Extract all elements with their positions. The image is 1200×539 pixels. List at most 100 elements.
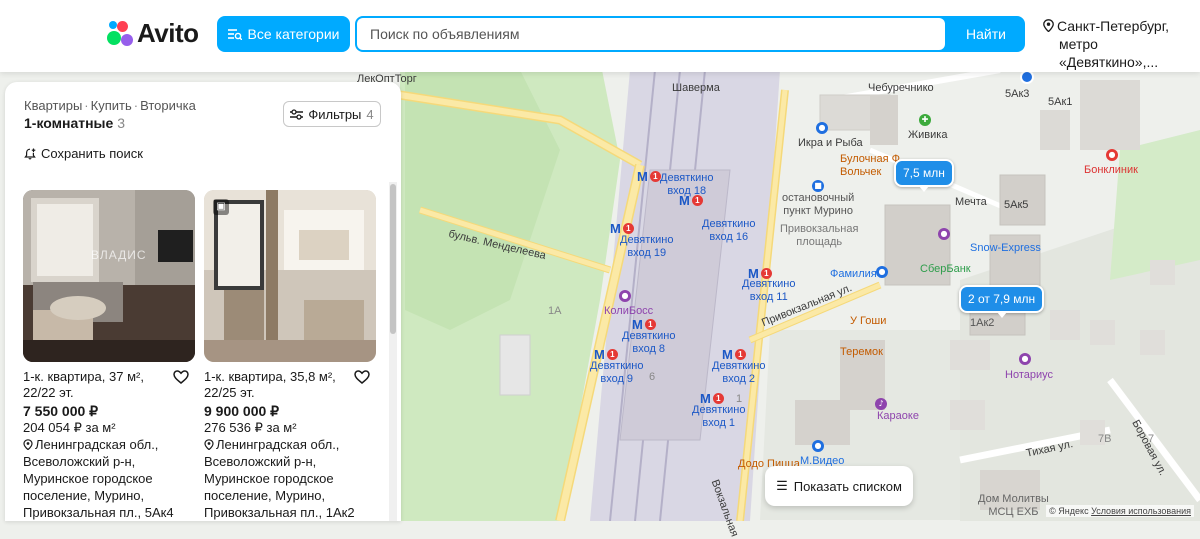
filters-button[interactable]: Фильтры 4 [283,101,381,127]
photo-watermark: ВЛАДИС [91,248,147,262]
search-bar: Найти [355,16,1025,52]
listing-address-text: Ленинградская обл., Всеволожский р-н, Му… [23,437,174,520]
map-poi-label[interactable]: Булочная Ф Вольчек [840,153,900,179]
map-poi-label[interactable]: Бонклиник [1084,164,1138,177]
breadcrumb-item[interactable]: Квартиры [24,98,82,113]
price-pin[interactable]: 7,5 млн [894,159,954,192]
notary-icon[interactable]: ● [1019,353,1031,365]
listing-price-per-m2: 204 054 ₽ за м² [23,420,116,435]
listing-title[interactable]: 1-к. квартира, 35,8 м², 22/25 эт. [204,369,349,401]
breadcrumb-separator: · [133,98,139,113]
search-input[interactable] [357,18,945,50]
bus-stop-icon[interactable]: ■ [812,180,824,192]
breadcrumb-separator: · [84,98,89,113]
metro-label[interactable]: Девяткино вход 16 [702,218,755,244]
map-place-label: остановочный пункт Мурино [782,192,855,217]
metro-entrance-icon[interactable]: М1 [637,170,661,183]
save-search-button[interactable]: Сохранить поиск [24,146,143,161]
metro-entrance-icon[interactable]: М1 [679,194,703,207]
show-list-label: Показать списком [793,478,902,494]
listing-price: 7 550 000 ₽ [23,403,99,419]
listing-card[interactable]: ▣ 1-к. квартира, 35,8 м², 22/25 эт. 9 90… [204,190,376,521]
map-poi-label[interactable]: Чебуречнико [868,82,934,95]
location-pin-icon [1043,19,1054,33]
bell-plus-icon [24,148,36,159]
categories-icon [227,29,242,40]
map-house-label: 5Ак5 [1004,199,1029,211]
listing-address-text: Ленинградская обл., Всеволожский р-н, Му… [204,437,355,520]
map-poi-label[interactable]: Фамилия [830,268,877,281]
favorite-heart-icon[interactable] [173,370,189,389]
listing-photo[interactable]: ▣ [204,190,376,362]
listing-price-per-m2: 276 536 ₽ за м² [204,420,297,435]
karaoke-icon[interactable]: ♪ [875,398,887,410]
avito-logo[interactable]: Avito [107,18,199,49]
location-pin-icon [204,439,214,451]
metro-label[interactable]: Девяткино вход 19 [620,234,673,260]
show-list-button[interactable]: ☰ Показать списком [765,466,913,506]
title-count: 3 [117,115,125,131]
map-poi-label[interactable]: СберБанк [920,263,971,276]
metro-label[interactable]: Девяткино вход 9 [590,360,643,386]
map-poi-label[interactable]: Караоке [877,410,919,423]
listing-title[interactable]: 1-к. квартира, 37 м², 22/22 эт. [23,369,168,401]
map-place-label: Мечта [955,196,987,208]
listing-photo[interactable]: ВЛАДИС [23,190,195,362]
terms-link[interactable]: Условия использования [1091,506,1191,516]
all-categories-label: Все категории [247,26,340,42]
map-poi-label[interactable]: Живика [908,129,947,142]
apartment-photo-image [23,190,195,362]
apartment-photo-image [204,190,376,362]
map-house-label: 7В [1098,433,1112,445]
breadcrumb-item[interactable]: Купить [91,98,132,113]
map-place-label: Привокзальная площадь [780,223,859,248]
copyright-text: © Яндекс [1049,506,1089,516]
map-poi-label[interactable]: Икра и Рыба [798,137,863,150]
map-poi-label[interactable]: КолиБосс [604,305,653,318]
electronics-icon[interactable]: ● [812,440,824,452]
search-button[interactable]: Найти [947,16,1025,52]
breadcrumb: Квартиры · Купить · Вторичка [24,98,196,113]
favorite-heart-icon[interactable] [354,370,370,389]
fish-shop-icon[interactable]: ● [816,122,828,134]
metro-label[interactable]: Девяткино вход 11 [742,278,795,304]
map-copyright: © Яндекс Условия использования [1046,505,1194,517]
map-house-label: 1Ак2 [970,317,995,329]
pharmacy-icon[interactable]: ✚ [919,114,931,126]
map-poi-label[interactable]: Snow-Express [970,242,1041,255]
logo-dots-icon [107,20,133,47]
listing-address: Ленинградская обл., Всеволожский р-н, Му… [23,436,195,521]
header: Avito Все категории Найти Санкт-Петербур… [0,0,1200,72]
location-line1: Санкт-Петербург, [1057,18,1169,34]
map-poi-label[interactable]: Нотариус [1005,369,1053,382]
location-selector[interactable]: Санкт-Петербург, метро «Девяткино»,... [1043,17,1200,71]
shop-icon[interactable]: ● [619,290,631,302]
location-line2: метро «Девяткино»,... [1059,36,1159,70]
list-icon: ☰ [776,478,788,493]
all-categories-button[interactable]: Все категории [217,16,350,52]
save-search-label: Сохранить поиск [41,146,143,161]
logo-text: Avito [137,18,199,48]
shop-icon[interactable]: ● [938,228,950,240]
filters-icon [290,108,304,120]
breadcrumb-item[interactable]: Вторичка [140,98,196,113]
listing-address: Ленинградская обл., Всеволожский р-н, Му… [204,436,376,521]
map-poi-label[interactable]: Шаверма [672,82,720,95]
page-title: 1-комнатные 3 [24,115,125,131]
listings-scrollbar[interactable] [389,182,397,521]
map-poi-label[interactable]: У Гоши [850,315,886,328]
price-pin[interactable]: 2 от 7,9 млн [959,285,1045,318]
metro-label[interactable]: Девяткино вход 1 [692,404,745,430]
scrollbar-thumb[interactable] [390,184,396,334]
shop-icon[interactable]: ● [876,266,888,278]
map-house-label: 5Ак1 [1048,96,1073,108]
listing-card[interactable]: ВЛАДИС 1-к. квартира, 37 м², 22/22 эт. 7… [23,190,195,521]
metro-label[interactable]: Девяткино вход 8 [622,330,675,356]
map-house-label: 1А [548,305,562,317]
map-poi-label[interactable]: Дом Молитвы МСЦ ЕХБ [978,493,1049,519]
metro-label[interactable]: Девяткино вход 2 [712,360,765,386]
map-house-label: 5Ак3 [1005,88,1030,100]
clinic-icon[interactable]: ● [1106,149,1118,161]
map-poi-label[interactable]: Теремок [840,346,883,359]
location-pin-icon [23,439,33,451]
